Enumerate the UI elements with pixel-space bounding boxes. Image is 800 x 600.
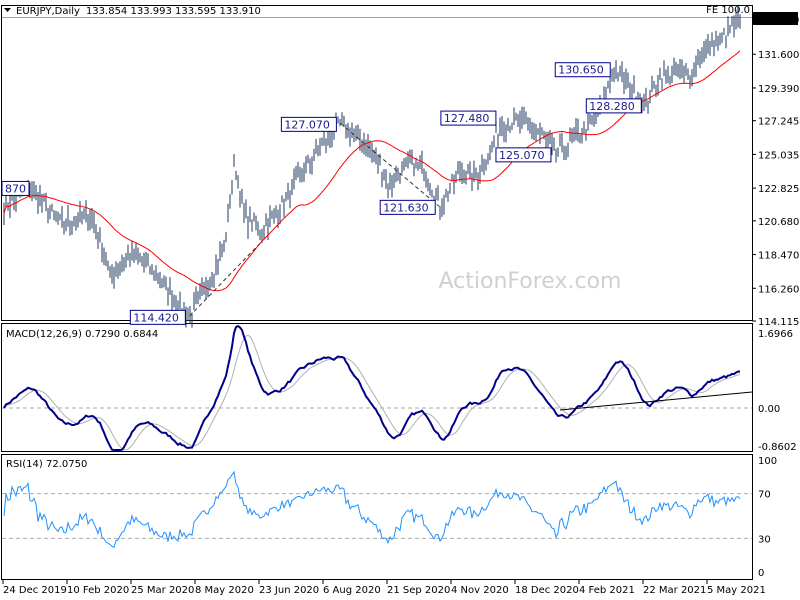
date-tick-label: 23 Jun 2020 — [259, 585, 319, 596]
rsi-panel — [1, 454, 753, 580]
price-label: 121.630 — [383, 201, 429, 214]
price-label: 127.070 — [284, 118, 330, 131]
price-tick-label: 118.470 — [758, 251, 799, 262]
price-tick-label: 114.115 — [758, 317, 799, 328]
price-tick-label: 120.680 — [758, 217, 799, 228]
symbol-header: EURJPY,Daily 133.854 133.993 133.595 133.… — [16, 6, 261, 17]
price-label: 127.480 — [444, 112, 490, 125]
date-tick-label: 22 Mar 2021 — [643, 585, 706, 596]
macd-tick-label: 0.00 — [758, 404, 780, 415]
date-tick-label: 6 Aug 2020 — [323, 585, 381, 596]
date-tick-label: 24 Dec 2019 — [3, 585, 67, 596]
price-label: 130.650 — [558, 64, 604, 77]
date-tick-label: 5 May 2021 — [707, 585, 766, 596]
date-tick-label: 8 May 2020 — [195, 585, 254, 596]
rsi-tick-label: 100 — [758, 456, 777, 467]
rsi-title: RSI(14) 72.0750 — [6, 459, 87, 470]
price-tick-label: 133.910 — [758, 15, 799, 26]
price-tick-label: 131.600 — [758, 50, 799, 61]
price-label: 114.420 — [133, 311, 179, 324]
date-tick-label: 18 Dec 2020 — [515, 585, 579, 596]
fe-label: FE 100.0 — [706, 5, 750, 16]
macd-panel — [1, 323, 753, 452]
date-tick-label: 25 Mar 2020 — [131, 585, 194, 596]
price-tick-label: 127.245 — [758, 117, 799, 128]
rsi-tick-label: 30 — [758, 534, 771, 545]
price-label: 128.280 — [589, 100, 635, 113]
price-tick-label: 125.035 — [758, 150, 799, 161]
date-tick-label: 21 Sep 2020 — [387, 585, 450, 596]
watermark: ActionForex.com — [439, 269, 622, 294]
rsi-tick-label: 0 — [758, 568, 764, 579]
macd-title: MACD(12,26,9) 0.7290 0.6844 — [6, 329, 158, 340]
price-tick-label: 122.825 — [758, 184, 799, 195]
chart-canvas: ActionForex.com FE 100.0 870 114.420 127.0… — [1, 4, 799, 596]
price-label: 125.070 — [499, 149, 545, 162]
macd-tick-label: -0.8602 — [758, 442, 797, 453]
macd-tick-label: 1.6966 — [758, 329, 793, 340]
rsi-tick-label: 70 — [758, 490, 771, 501]
date-tick-label: 4 Nov 2020 — [451, 585, 509, 596]
price-tick-label: 129.390 — [758, 84, 799, 95]
date-tick-label: 10 Feb 2020 — [67, 585, 129, 596]
date-tick-label: 4 Feb 2021 — [579, 585, 635, 596]
price-tick-label: 116.260 — [758, 284, 799, 295]
price-label: 870 — [5, 182, 26, 195]
